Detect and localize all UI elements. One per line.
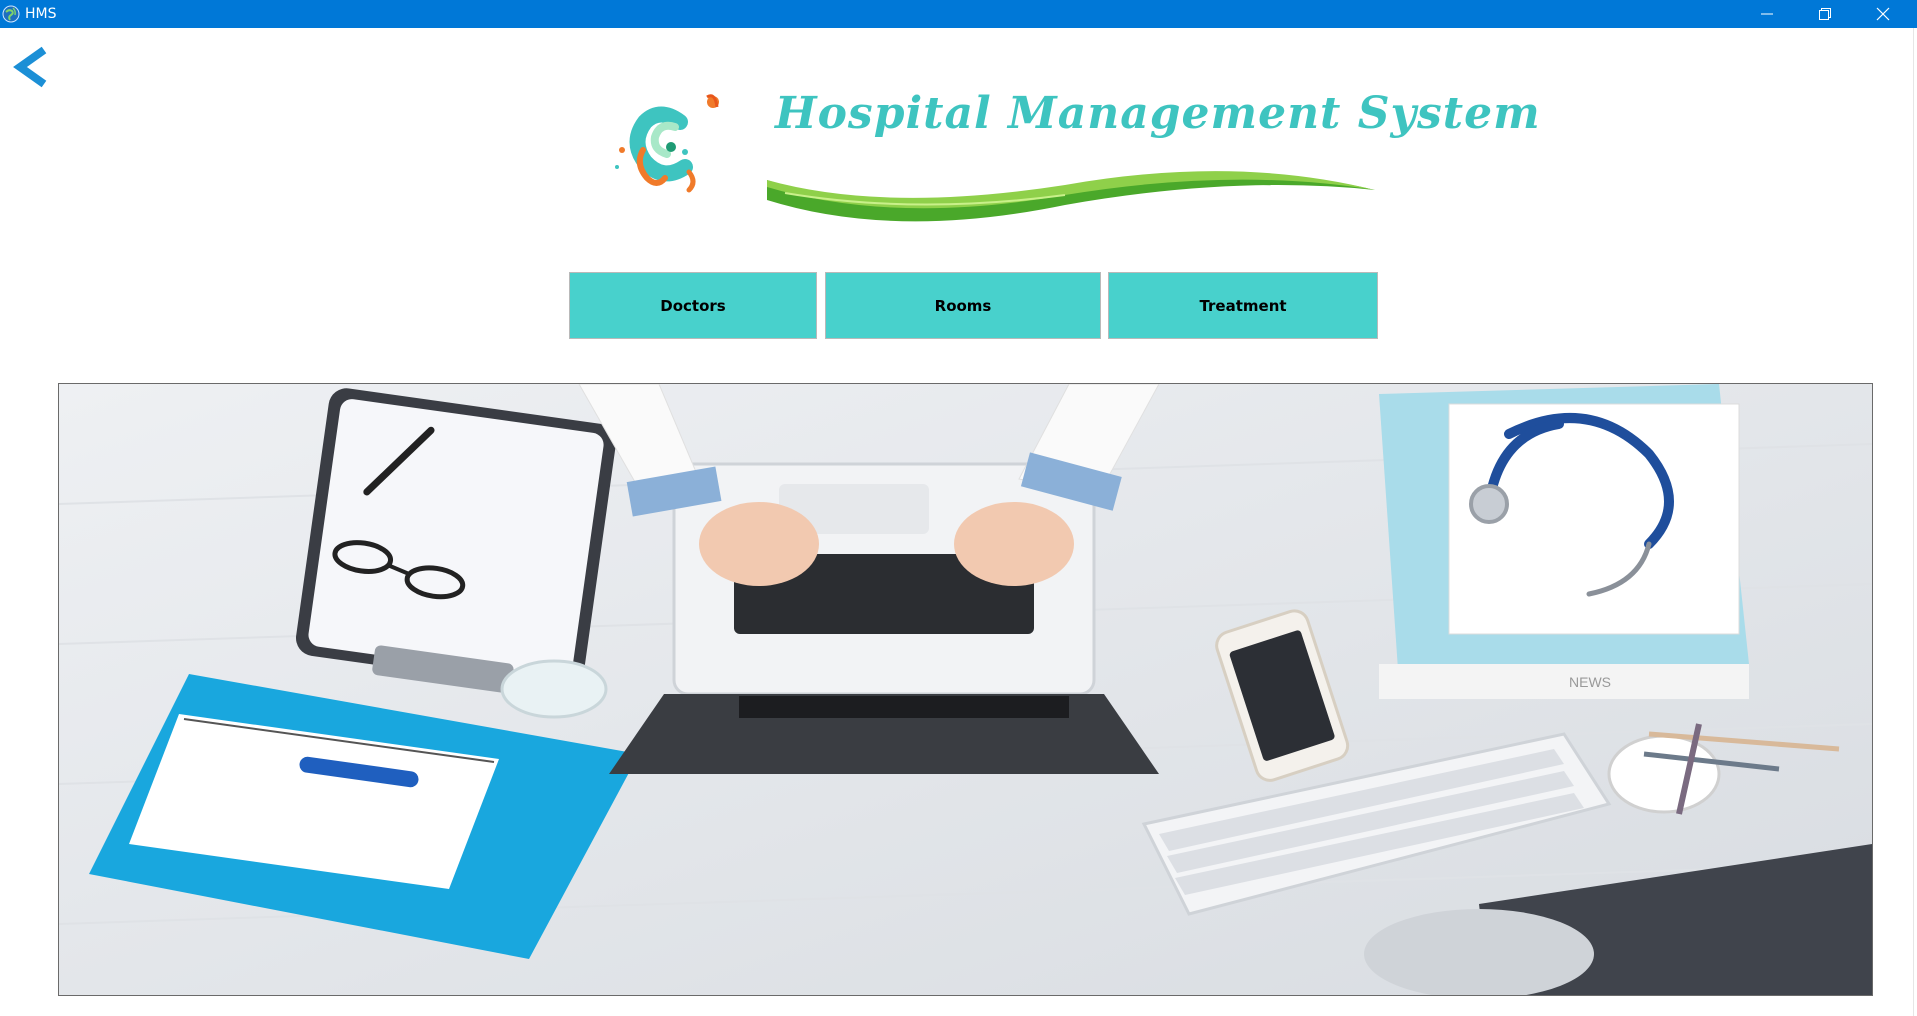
close-button[interactable] [1854, 0, 1912, 28]
laptop-icon [609, 462, 1159, 774]
close-icon [1876, 7, 1890, 21]
chevron-left-icon [13, 46, 47, 88]
back-button[interactable] [8, 44, 54, 90]
doctors-button[interactable]: Doctors [569, 272, 817, 339]
maximize-button[interactable] [1796, 0, 1854, 28]
app-title: Hospital Management System [775, 88, 1541, 139]
minimize-button[interactable] [1738, 0, 1796, 28]
window-title: HMS [25, 6, 57, 22]
minimize-icon [1761, 13, 1773, 15]
treatment-button[interactable]: Treatment [1108, 272, 1378, 339]
clipboard-icon [295, 388, 617, 694]
window-edge [1913, 28, 1917, 1016]
rooms-button[interactable]: Rooms [825, 272, 1101, 339]
app-globe-icon [2, 5, 20, 23]
doctor-desk-illustration: NEWS [59, 384, 1872, 995]
svg-text:NEWS: NEWS [1569, 674, 1611, 690]
hero-image: NEWS [58, 383, 1873, 996]
restore-icon [1819, 8, 1831, 20]
swoosh-decoration [767, 171, 1375, 222]
title-bar: HMS [0, 0, 1917, 28]
hospital-logo-icon [615, 94, 719, 193]
